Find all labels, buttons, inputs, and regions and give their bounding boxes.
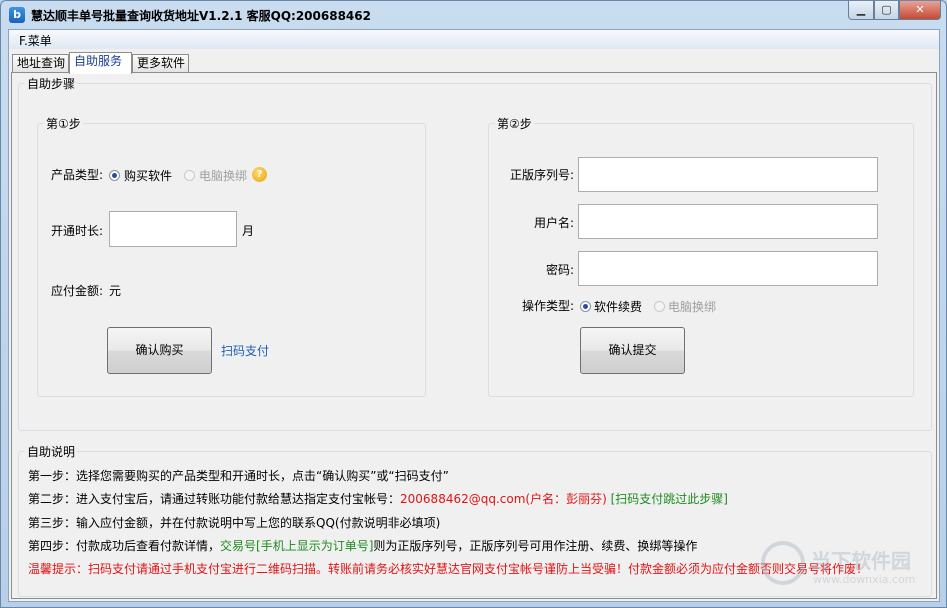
help-group-title: 自助说明 <box>27 445 76 459</box>
help-line-4-highlight: 交易号[手机上显示为订单号] <box>220 539 374 553</box>
watermark-url: www.downxia.com <box>813 573 916 586</box>
step1-title: 第①步 <box>46 117 81 131</box>
alipay-account: 200688462@qq.com(户名：彭丽芬) <box>400 492 607 506</box>
tab-self-service[interactable]: 自助服务 <box>69 52 132 74</box>
submit-button[interactable]: 确认提交 <box>580 327 685 374</box>
window-title: 慧达顺丰单号批量查询收货地址V1.2.1 客服QQ:200688462 <box>31 9 371 23</box>
help-line-2-prefix: 第二步：进入支付宝后，请通过转账功能付款给慧达指定支付宝帐号： <box>28 492 401 506</box>
help-line-4: 第四步：付款成功后查看付款详情，交易号[手机上显示为订单号]则为正版序列号，正版… <box>28 537 697 554</box>
help-line-2-suffix: [扫码支付跳过此步骤] <box>610 492 728 506</box>
scan-pay-link[interactable]: 扫码支付 <box>221 342 269 359</box>
help-line-2: 第二步：进入支付宝后，请通过转账功能付款给慧达指定支付宝帐号：200688462… <box>28 490 728 507</box>
close-button[interactable]: ✕ <box>899 1 941 20</box>
radio-renew-label[interactable]: 软件续费 <box>594 298 642 315</box>
help-line-1: 第一步：选择您需要购买的产品类型和开通时长，点击“确认购买”或“扫码支付” <box>28 469 449 483</box>
radio-rebind-pc-2 <box>654 301 665 312</box>
radio-rebind-pc <box>184 170 195 181</box>
username-input[interactable] <box>578 204 878 239</box>
menu-file[interactable]: F.菜单 <box>19 32 52 49</box>
duration-input[interactable] <box>109 211 237 247</box>
menu-bar: F.菜单 <box>9 30 939 49</box>
steps-group-title: 自助步骤 <box>27 77 76 91</box>
radio-rebind-pc-2-label: 电脑换绑 <box>668 300 717 314</box>
tab-address-query[interactable]: 地址查询 <box>12 54 69 73</box>
amount-label: 应付金额: <box>51 284 104 298</box>
tab-more-software[interactable]: 更多软件 <box>132 54 189 73</box>
app-icon: b <box>9 7 25 23</box>
password-input[interactable] <box>578 251 878 286</box>
serial-label: 正版序列号: <box>510 168 575 182</box>
duration-label: 开通时长: <box>51 224 104 238</box>
help-line-4-prefix: 第四步：付款成功后查看付款详情， <box>28 539 221 553</box>
radio-rebind-pc-label: 电脑换绑 <box>199 169 248 183</box>
duration-unit: 月 <box>242 224 255 238</box>
help-line-4-suffix: 则为正版序列号，正版序列号可用作注册、续费、换绑等操作 <box>373 539 698 553</box>
maximize-button[interactable]: ▢ <box>874 1 899 20</box>
title-bar[interactable]: b 慧达顺丰单号批量查询收货地址V1.2.1 客服QQ:200688462 ▁ … <box>1 1 946 29</box>
radio-buy-software-label[interactable]: 购买软件 <box>124 167 172 184</box>
self-service-panel: 自助步骤 第①步 产品类型: 购买软件 电脑换绑 ? 开通时长: 月 应付金额:… <box>11 72 937 599</box>
password-label: 密码: <box>546 263 575 277</box>
product-type-label: 产品类型: <box>51 168 104 182</box>
confirm-buy-button[interactable]: 确认购买 <box>107 327 212 374</box>
serial-input[interactable] <box>578 157 878 192</box>
watermark-text: 当下软件园 <box>811 549 911 573</box>
client-area: F.菜单 地址查询 自助服务 更多软件 自助步骤 第①步 产品类型: 购买软件 … <box>8 29 940 602</box>
step2-title: 第②步 <box>497 117 532 131</box>
warning-text: 温馨提示：扫码支付请通过手机支付宝进行二维码扫描。转账前请务必核实好慧达官网支付… <box>28 562 869 576</box>
help-icon[interactable]: ? <box>252 167 267 182</box>
op-type-label: 操作类型: <box>522 299 575 313</box>
watermark: 当下软件园 www.downxia.com <box>761 539 921 599</box>
help-line-3: 第三步：输入应付金额，并在付款说明中写上您的联系QQ(付款说明非必填项) <box>28 516 441 530</box>
minimize-button[interactable]: ▁ <box>848 1 874 20</box>
radio-renew[interactable] <box>580 301 591 312</box>
amount-unit: 元 <box>109 284 122 298</box>
watermark-logo-icon <box>761 541 805 585</box>
username-label: 用户名: <box>534 216 575 230</box>
radio-buy-software[interactable] <box>109 170 120 181</box>
app-window: b 慧达顺丰单号批量查询收货地址V1.2.1 客服QQ:200688462 ▁ … <box>0 0 947 608</box>
